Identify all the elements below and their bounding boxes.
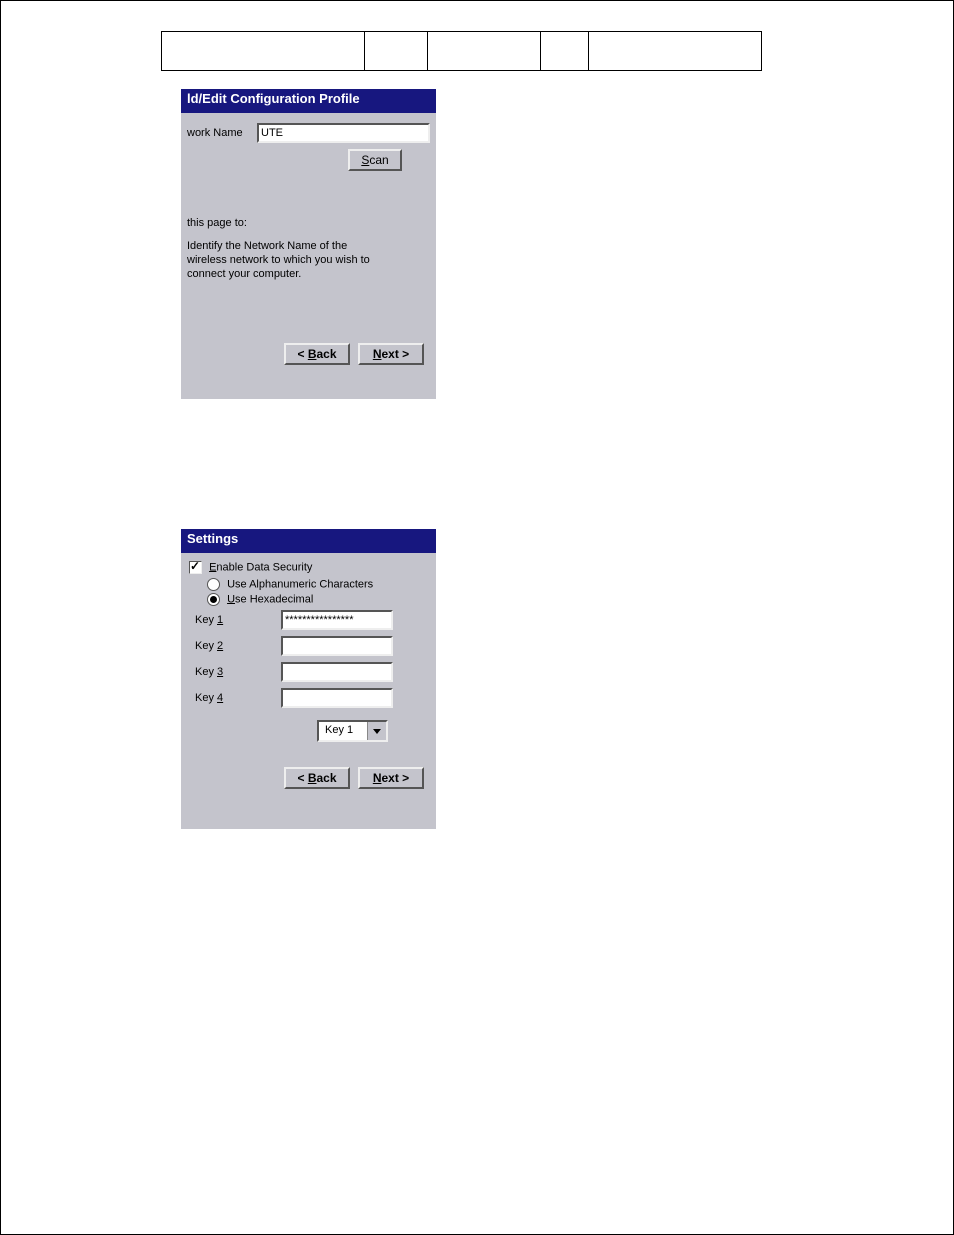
back-post: ack — [316, 347, 336, 361]
back-post: ack — [316, 771, 336, 785]
network-name-input[interactable] — [257, 123, 430, 143]
key-select-value: Key 1 — [319, 722, 367, 740]
page: ld/Edit Configuration Profile work Name … — [0, 0, 954, 1235]
key3-row: Key 3 — [195, 662, 430, 682]
key1-label: Key 1 — [195, 614, 281, 626]
key2-row: Key 2 — [195, 636, 430, 656]
next-button[interactable]: Next > — [358, 343, 424, 365]
config-profile-dialog: ld/Edit Configuration Profile work Name … — [181, 89, 436, 399]
hex-radio[interactable] — [207, 593, 220, 606]
key4-input[interactable] — [281, 688, 393, 708]
chevron-down-icon[interactable] — [367, 722, 386, 740]
hex-radio-label: Use Hexadecimal — [227, 593, 313, 605]
alpha-radio-label: Use Alphanumeric Characters — [227, 578, 373, 590]
enable-security-checkbox[interactable] — [189, 561, 202, 574]
settings-dialog: Settings Enable Data Security Use Alphan… — [181, 529, 436, 829]
key2-label: Key 2 — [195, 640, 281, 652]
section-description: Identify the Network Name of the wireles… — [187, 239, 382, 281]
alpha-radio[interactable] — [207, 578, 220, 591]
alpha-option-row: Use Alphanumeric Characters — [207, 578, 430, 591]
back-pre: < — [297, 771, 307, 785]
next-post: ext > — [381, 771, 409, 785]
dialog-titlebar: ld/Edit Configuration Profile — [181, 89, 436, 113]
network-name-label: work Name — [187, 127, 247, 139]
key2-input[interactable] — [281, 636, 393, 656]
back-button[interactable]: < Back — [284, 767, 350, 789]
dialog-body: Enable Data Security Use Alphanumeric Ch… — [181, 553, 436, 752]
wizard-buttons: < Back Next > — [284, 343, 424, 365]
header-cell — [589, 32, 762, 71]
header-table — [161, 31, 762, 71]
enable-security-label: Enable Data Security — [209, 561, 312, 573]
back-button[interactable]: < Back — [284, 343, 350, 365]
key-select-row: Key 1 — [317, 720, 430, 742]
dialog-body: work Name Scan this page to: Identify th… — [181, 113, 436, 291]
enable-security-row: Enable Data Security — [189, 561, 430, 574]
dialog-titlebar: Settings — [181, 529, 436, 553]
hex-option-row: Use Hexadecimal — [207, 593, 430, 606]
wizard-buttons: < Back Next > — [284, 767, 424, 789]
triangle-icon — [373, 729, 381, 734]
key3-input[interactable] — [281, 662, 393, 682]
header-cell — [428, 32, 541, 71]
key4-label: Key 4 — [195, 692, 281, 704]
next-button[interactable]: Next > — [358, 767, 424, 789]
scan-button[interactable]: Scan — [348, 149, 402, 171]
key1-row: Key 1 — [195, 610, 430, 630]
header-cell — [541, 32, 589, 71]
network-name-row: work Name — [187, 119, 430, 143]
next-post: ext > — [381, 347, 409, 361]
header-cell — [365, 32, 428, 71]
key-select-combo[interactable]: Key 1 — [317, 720, 388, 742]
key1-input[interactable] — [281, 610, 393, 630]
key4-row: Key 4 — [195, 688, 430, 708]
section-heading: this page to: — [187, 217, 430, 229]
header-cell — [162, 32, 365, 71]
scan-rest: can — [369, 153, 388, 167]
key3-label: Key 3 — [195, 666, 281, 678]
back-pre: < — [297, 347, 307, 361]
